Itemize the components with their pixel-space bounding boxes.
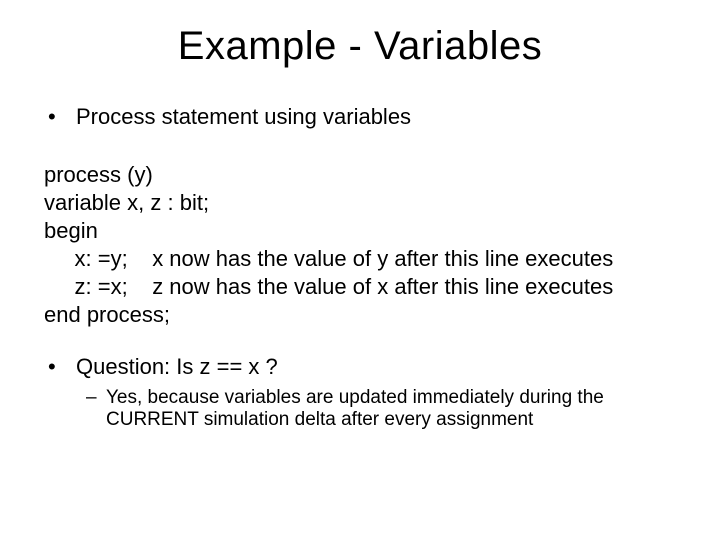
code-line: process (y) bbox=[44, 161, 676, 189]
code-block: process (y) variable x, z : bit; begin x… bbox=[44, 161, 676, 330]
slide: Example - Variables • Process statement … bbox=[0, 0, 720, 540]
code-line: z: =x; z now has the value of x after th… bbox=[44, 273, 676, 301]
slide-title: Example - Variables bbox=[44, 24, 676, 69]
bullet-dot-icon: • bbox=[44, 103, 76, 131]
bullet-text: Process statement using variables bbox=[76, 103, 676, 131]
bullet-item-2: • Question: Is z == x ? bbox=[44, 353, 676, 381]
dash-icon: – bbox=[86, 387, 106, 409]
code-line: end process; bbox=[44, 301, 676, 329]
bullet-dot-icon: • bbox=[44, 353, 76, 381]
bullet-text: Question: Is z == x ? bbox=[76, 353, 676, 381]
bullet-item-1: • Process statement using variables bbox=[44, 103, 676, 131]
sub-bullet-text: Yes, because variables are updated immed… bbox=[106, 387, 676, 432]
sub-bullet-item: – Yes, because variables are updated imm… bbox=[86, 387, 676, 432]
code-line: variable x, z : bit; bbox=[44, 189, 676, 217]
code-line: begin bbox=[44, 217, 676, 245]
code-line: x: =y; x now has the value of y after th… bbox=[44, 245, 676, 273]
